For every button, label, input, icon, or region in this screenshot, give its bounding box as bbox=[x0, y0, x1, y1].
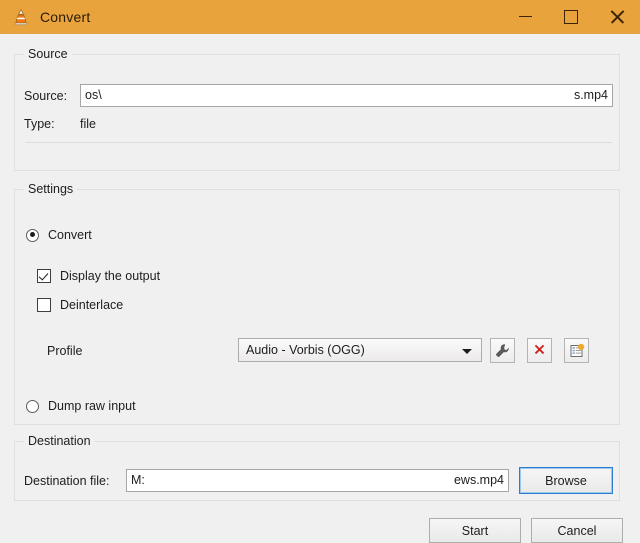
browse-button-label: Browse bbox=[545, 473, 587, 488]
window-title: Convert bbox=[40, 8, 91, 25]
dialog-body: Source Source: os\ s.mp4 Type: file Sett… bbox=[0, 34, 640, 543]
source-group-title: Source bbox=[24, 47, 72, 61]
close-button[interactable] bbox=[594, 0, 640, 33]
destination-value-tail: ews.mp4 bbox=[453, 473, 504, 487]
cancel-button[interactable]: Cancel bbox=[531, 518, 623, 543]
display-output-row[interactable]: Display the output bbox=[37, 269, 160, 283]
type-label: Type: bbox=[24, 117, 55, 131]
deinterlace-row[interactable]: Deinterlace bbox=[37, 298, 123, 312]
wrench-icon bbox=[496, 344, 509, 357]
edit-profile-button[interactable] bbox=[490, 338, 515, 363]
cancel-button-label: Cancel bbox=[557, 523, 597, 538]
source-label: Source: bbox=[24, 89, 68, 103]
deinterlace-label: Deinterlace bbox=[60, 298, 124, 312]
convert-radio-row[interactable]: Convert bbox=[26, 228, 92, 242]
profile-value: Audio - Vorbis (OGG) bbox=[246, 343, 365, 357]
maximize-button[interactable] bbox=[548, 0, 594, 33]
minimize-icon bbox=[518, 15, 532, 18]
convert-radio-label: Convert bbox=[48, 228, 92, 242]
new-profile-icon bbox=[570, 343, 584, 357]
source-value-tail: s.mp4 bbox=[573, 88, 608, 102]
red-x-icon bbox=[534, 344, 545, 355]
delete-profile-button[interactable] bbox=[527, 338, 552, 363]
settings-group-title: Settings bbox=[24, 182, 78, 196]
close-icon bbox=[610, 9, 625, 24]
type-value: file bbox=[80, 117, 96, 131]
dump-raw-radio[interactable] bbox=[26, 399, 39, 413]
chevron-down-icon bbox=[462, 349, 472, 354]
window-controls bbox=[502, 0, 640, 33]
title-bar: Convert bbox=[0, 0, 640, 34]
start-button-label: Start bbox=[461, 523, 489, 538]
browse-button[interactable]: Browse bbox=[519, 467, 613, 494]
source-separator bbox=[25, 142, 612, 143]
vlc-cone-icon bbox=[12, 8, 30, 26]
source-group: Source bbox=[14, 47, 620, 171]
source-value-head: os\ bbox=[85, 88, 102, 102]
destination-file-input[interactable]: M: ews.mp4 bbox=[126, 469, 509, 492]
dump-raw-radio-row[interactable]: Dump raw input bbox=[26, 399, 136, 413]
destination-group-title: Destination bbox=[24, 434, 95, 448]
start-button[interactable]: Start bbox=[429, 518, 521, 543]
profile-label: Profile bbox=[47, 344, 83, 358]
maximize-icon bbox=[564, 9, 578, 24]
source-input[interactable]: os\ s.mp4 bbox=[80, 84, 613, 107]
profile-select[interactable]: Audio - Vorbis (OGG) bbox=[238, 338, 482, 362]
dump-raw-label: Dump raw input bbox=[48, 399, 136, 413]
convert-radio[interactable] bbox=[26, 228, 39, 242]
display-output-label: Display the output bbox=[60, 269, 161, 283]
destination-file-label: Destination file: bbox=[24, 474, 110, 488]
display-output-checkbox[interactable] bbox=[37, 269, 51, 283]
new-profile-button[interactable] bbox=[564, 338, 589, 363]
minimize-button[interactable] bbox=[502, 0, 548, 33]
deinterlace-checkbox[interactable] bbox=[37, 298, 51, 312]
destination-value-head: M: bbox=[131, 473, 145, 487]
